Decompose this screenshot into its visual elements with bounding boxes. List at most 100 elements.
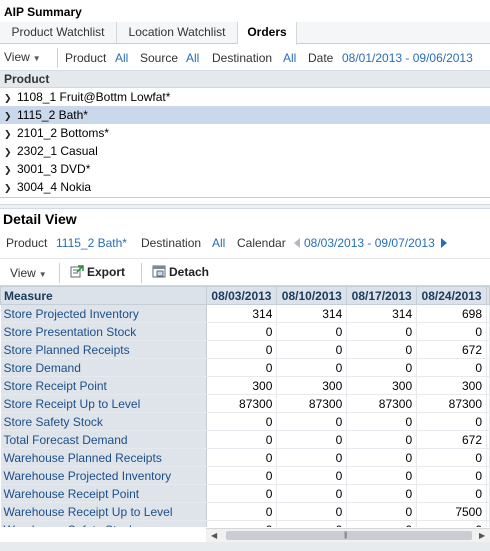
value-cell[interactable]: 314 [346,304,418,323]
tab-orders[interactable]: Orders [238,22,297,45]
scrollbar-thumb[interactable]: ||| [226,531,472,540]
table-row[interactable]: Warehouse Receipt Point 0 0 0 0 [0,484,490,503]
table-row[interactable]: Store Demand 0 0 0 0 [0,358,490,377]
value-cell[interactable]: 672 [416,340,488,359]
value-cell[interactable]: 0 [206,484,278,503]
table-row[interactable]: Store Receipt Up to Level 87300 87300 87300… [0,394,490,413]
table-row[interactable]: Store Planned Receipts 0 0 0 672 [0,340,490,359]
date-column-header[interactable]: 08/10/2013 [276,286,348,305]
value-cell[interactable]: 0 [346,484,418,503]
product-row[interactable]: ❯ 3001_3 DVD* [0,160,490,178]
chevron-right-icon[interactable]: ❯ [4,143,17,161]
table-row[interactable]: Warehouse Planned Receipts 0 0 0 0 [0,448,490,467]
value-cell[interactable]: 314 [206,304,278,323]
value-cell[interactable]: 0 [206,412,278,431]
value-cell[interactable]: 0 [276,412,348,431]
value-cell[interactable]: 7500 [416,502,488,521]
value-cell[interactable]: 0 [346,466,418,485]
value-cell[interactable]: 0 [346,340,418,359]
product-row[interactable]: ❯ 2101_2 Bottoms* [0,124,490,142]
value-cell[interactable]: 300 [346,376,418,395]
calendar-prev-icon[interactable] [294,238,300,248]
table-row[interactable]: Store Receipt Point 300 300 300 300 [0,376,490,395]
value-cell[interactable]: 0 [416,358,488,377]
value-cell[interactable]: 0 [416,412,488,431]
chevron-right-icon[interactable]: ❯ [4,125,17,143]
value-cell[interactable]: 300 [276,376,348,395]
value-cell[interactable]: 0 [346,502,418,521]
value-cell[interactable]: 87300 [346,394,418,413]
date-column-header[interactable]: 08/24/2013 [416,286,488,305]
value-cell[interactable]: 300 [416,376,488,395]
horizontal-scrollbar[interactable]: ◀ ||| ▶ [206,528,490,542]
value-cell[interactable]: 0 [276,502,348,521]
table-row[interactable]: Warehouse Projected Inventory 0 0 0 0 [0,466,490,485]
value-cell[interactable]: 0 [206,358,278,377]
value-cell[interactable]: 0 [276,484,348,503]
product-row[interactable]: ❯ 1108_1 Fruit@Bottm Lowfat* [0,88,490,106]
date-column-header[interactable]: 08/17/2013 [346,286,418,305]
view-menu-button[interactable]: View ▼ [4,50,41,64]
value-cell[interactable]: 698 [416,304,488,323]
value-cell[interactable]: 0 [206,322,278,341]
value-cell[interactable]: 0 [346,448,418,467]
value-cell[interactable]: 0 [416,484,488,503]
value-cell[interactable]: 0 [416,448,488,467]
value-cell[interactable]: 0 [416,322,488,341]
table-row[interactable]: Warehouse Safety Stock0000 [0,520,490,527]
value-cell[interactable]: 0 [276,358,348,377]
table-row[interactable]: Store Projected Inventory 314 314 314 698 [0,304,490,323]
export-button[interactable]: Export [70,263,125,282]
value-cell[interactable]: 87300 [206,394,278,413]
value-cell[interactable]: 0 [346,520,418,527]
value-cell[interactable]: 0 [346,430,418,449]
date-filter-value[interactable]: 08/01/2013 - 09/06/2013 [342,51,473,65]
value-cell[interactable]: 0 [416,520,488,527]
scroll-right-icon[interactable]: ▶ [479,531,485,540]
value-cell[interactable]: 314 [276,304,348,323]
product-row[interactable]: ❯ 2302_1 Casual [0,142,490,160]
value-cell[interactable]: 0 [276,466,348,485]
value-cell[interactable]: 87300 [276,394,348,413]
value-cell[interactable]: 0 [206,448,278,467]
product-row-selected[interactable]: ❯ 1115_2 Bath* [0,106,490,124]
value-cell[interactable]: 0 [276,520,348,527]
detail-calendar-value[interactable]: 08/03/2013 - 09/07/2013 [304,236,435,250]
value-cell[interactable]: 0 [206,502,278,521]
value-cell[interactable]: 87300 [416,394,488,413]
chevron-right-icon[interactable]: ❯ [4,179,17,197]
table-row[interactable]: Store Safety Stock 0 0 0 0 [0,412,490,431]
value-cell[interactable]: 300 [206,376,278,395]
value-cell[interactable]: 0 [276,430,348,449]
value-cell[interactable]: 0 [346,322,418,341]
value-cell[interactable]: 0 [206,520,278,527]
table-row[interactable]: Total Forecast Demand 0 0 0 672 [0,430,490,449]
product-row[interactable]: ❯ 3004_4 Nokia [0,178,490,196]
detail-destination-value[interactable]: All [212,236,225,250]
chevron-right-icon[interactable]: ❯ [4,161,17,179]
chevron-right-icon[interactable]: ❯ [4,89,17,107]
value-cell[interactable]: 0 [346,412,418,431]
value-cell[interactable]: 0 [206,430,278,449]
value-cell[interactable]: 0 [416,466,488,485]
value-cell[interactable]: 0 [206,340,278,359]
value-cell[interactable]: 0 [276,322,348,341]
value-cell[interactable]: 0 [276,448,348,467]
product-filter-value[interactable]: All [115,51,128,65]
value-cell[interactable]: 672 [416,430,488,449]
detail-view-menu-button[interactable]: View ▼ [10,266,47,280]
value-cell[interactable]: 0 [206,466,278,485]
value-cell[interactable]: 0 [276,340,348,359]
tab-product-watchlist[interactable]: Product Watchlist [0,22,117,44]
value-cell[interactable]: 0 [346,358,418,377]
chevron-right-icon[interactable]: ❯ [4,107,17,125]
detail-product-value[interactable]: 1115_2 Bath* [56,236,127,250]
date-column-header[interactable]: 08/03/2013 [205,286,278,305]
panel-splitter[interactable] [0,204,490,209]
scroll-left-icon[interactable]: ◀ [211,531,217,540]
table-row[interactable]: Warehouse Receipt Up to Level 0 0 0 7500 [0,502,490,521]
source-filter-value[interactable]: All [186,51,199,65]
tab-location-watchlist[interactable]: Location Watchlist [117,22,238,44]
destination-filter-value[interactable]: All [283,51,296,65]
measure-column-header[interactable]: Measure [0,286,207,305]
